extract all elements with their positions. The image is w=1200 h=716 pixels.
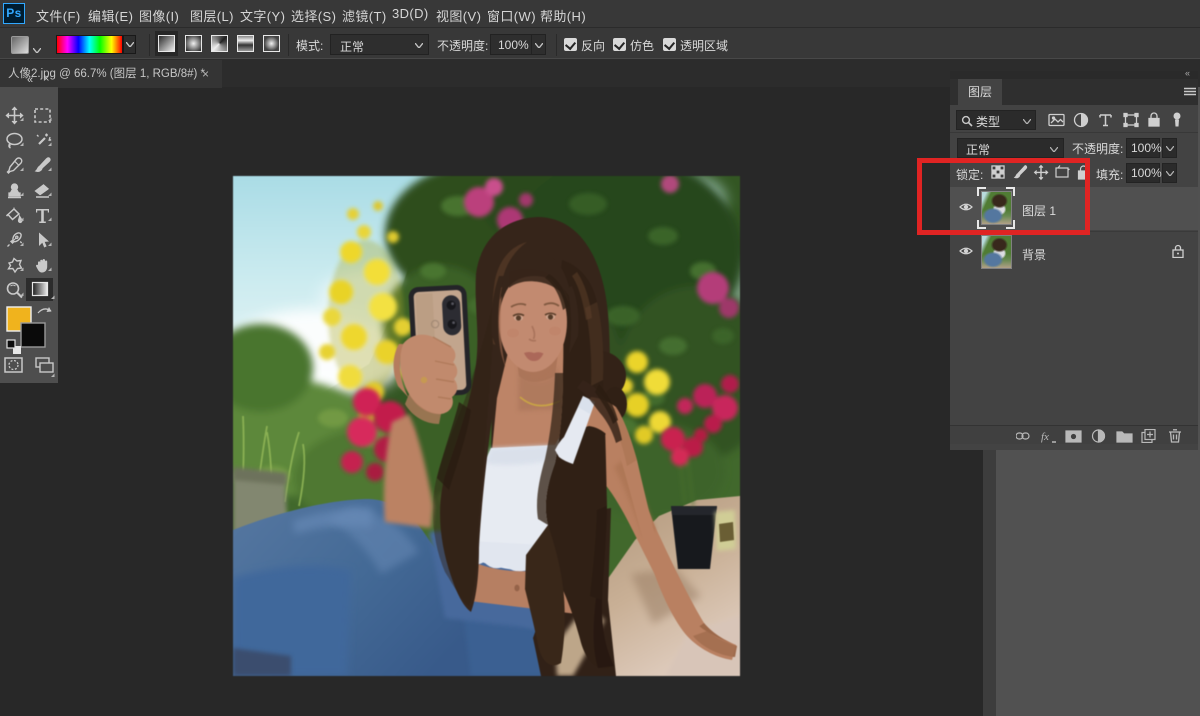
svg-text:fx: fx — [1041, 431, 1049, 443]
